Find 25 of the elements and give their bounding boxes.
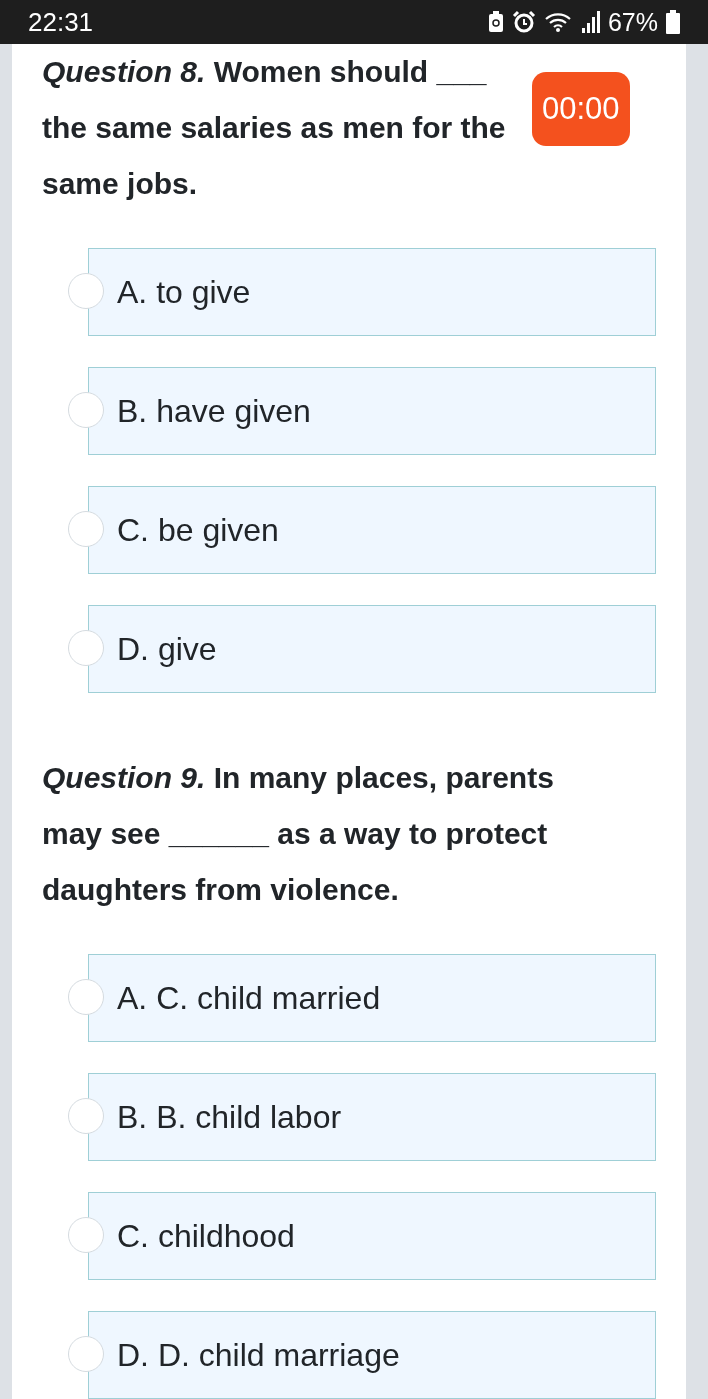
answer-option[interactable]: B. have given (88, 367, 656, 455)
radio-button[interactable] (68, 979, 104, 1015)
radio-button[interactable] (68, 511, 104, 547)
answer-option[interactable]: B. B. child labor (88, 1073, 656, 1161)
battery-icon (666, 10, 680, 34)
answer-option[interactable]: C. be given (88, 486, 656, 574)
radio-button[interactable] (68, 1217, 104, 1253)
answer-option[interactable]: C. childhood (88, 1192, 656, 1280)
battery-percent: 67% (607, 7, 658, 37)
clock-time: 22:31 (28, 6, 95, 38)
radio-button[interactable] (68, 392, 104, 428)
battery-saver-icon (487, 11, 504, 33)
radio-button[interactable] (68, 1336, 104, 1372)
radio-button[interactable] (68, 1098, 104, 1134)
question-text: Question 8. Women should ___ the same salaries as men for the same jobs. (42, 54, 507, 202)
radio-button[interactable] (68, 630, 104, 666)
signal-icon (581, 11, 600, 33)
answer-option[interactable]: D. give (88, 605, 656, 693)
radio-button[interactable] (68, 273, 104, 309)
question-text: Question 9. In many places, parents may see ______ as a way to protect daughters from violence. (42, 760, 555, 908)
alarm-icon (511, 10, 536, 34)
answer-option[interactable]: A. C. child married (88, 954, 656, 1042)
answer-option[interactable]: A. to give (88, 248, 656, 336)
answer-option[interactable]: D. D. child marriage (88, 1311, 656, 1399)
countdown-timer: 00:00 (532, 72, 630, 146)
